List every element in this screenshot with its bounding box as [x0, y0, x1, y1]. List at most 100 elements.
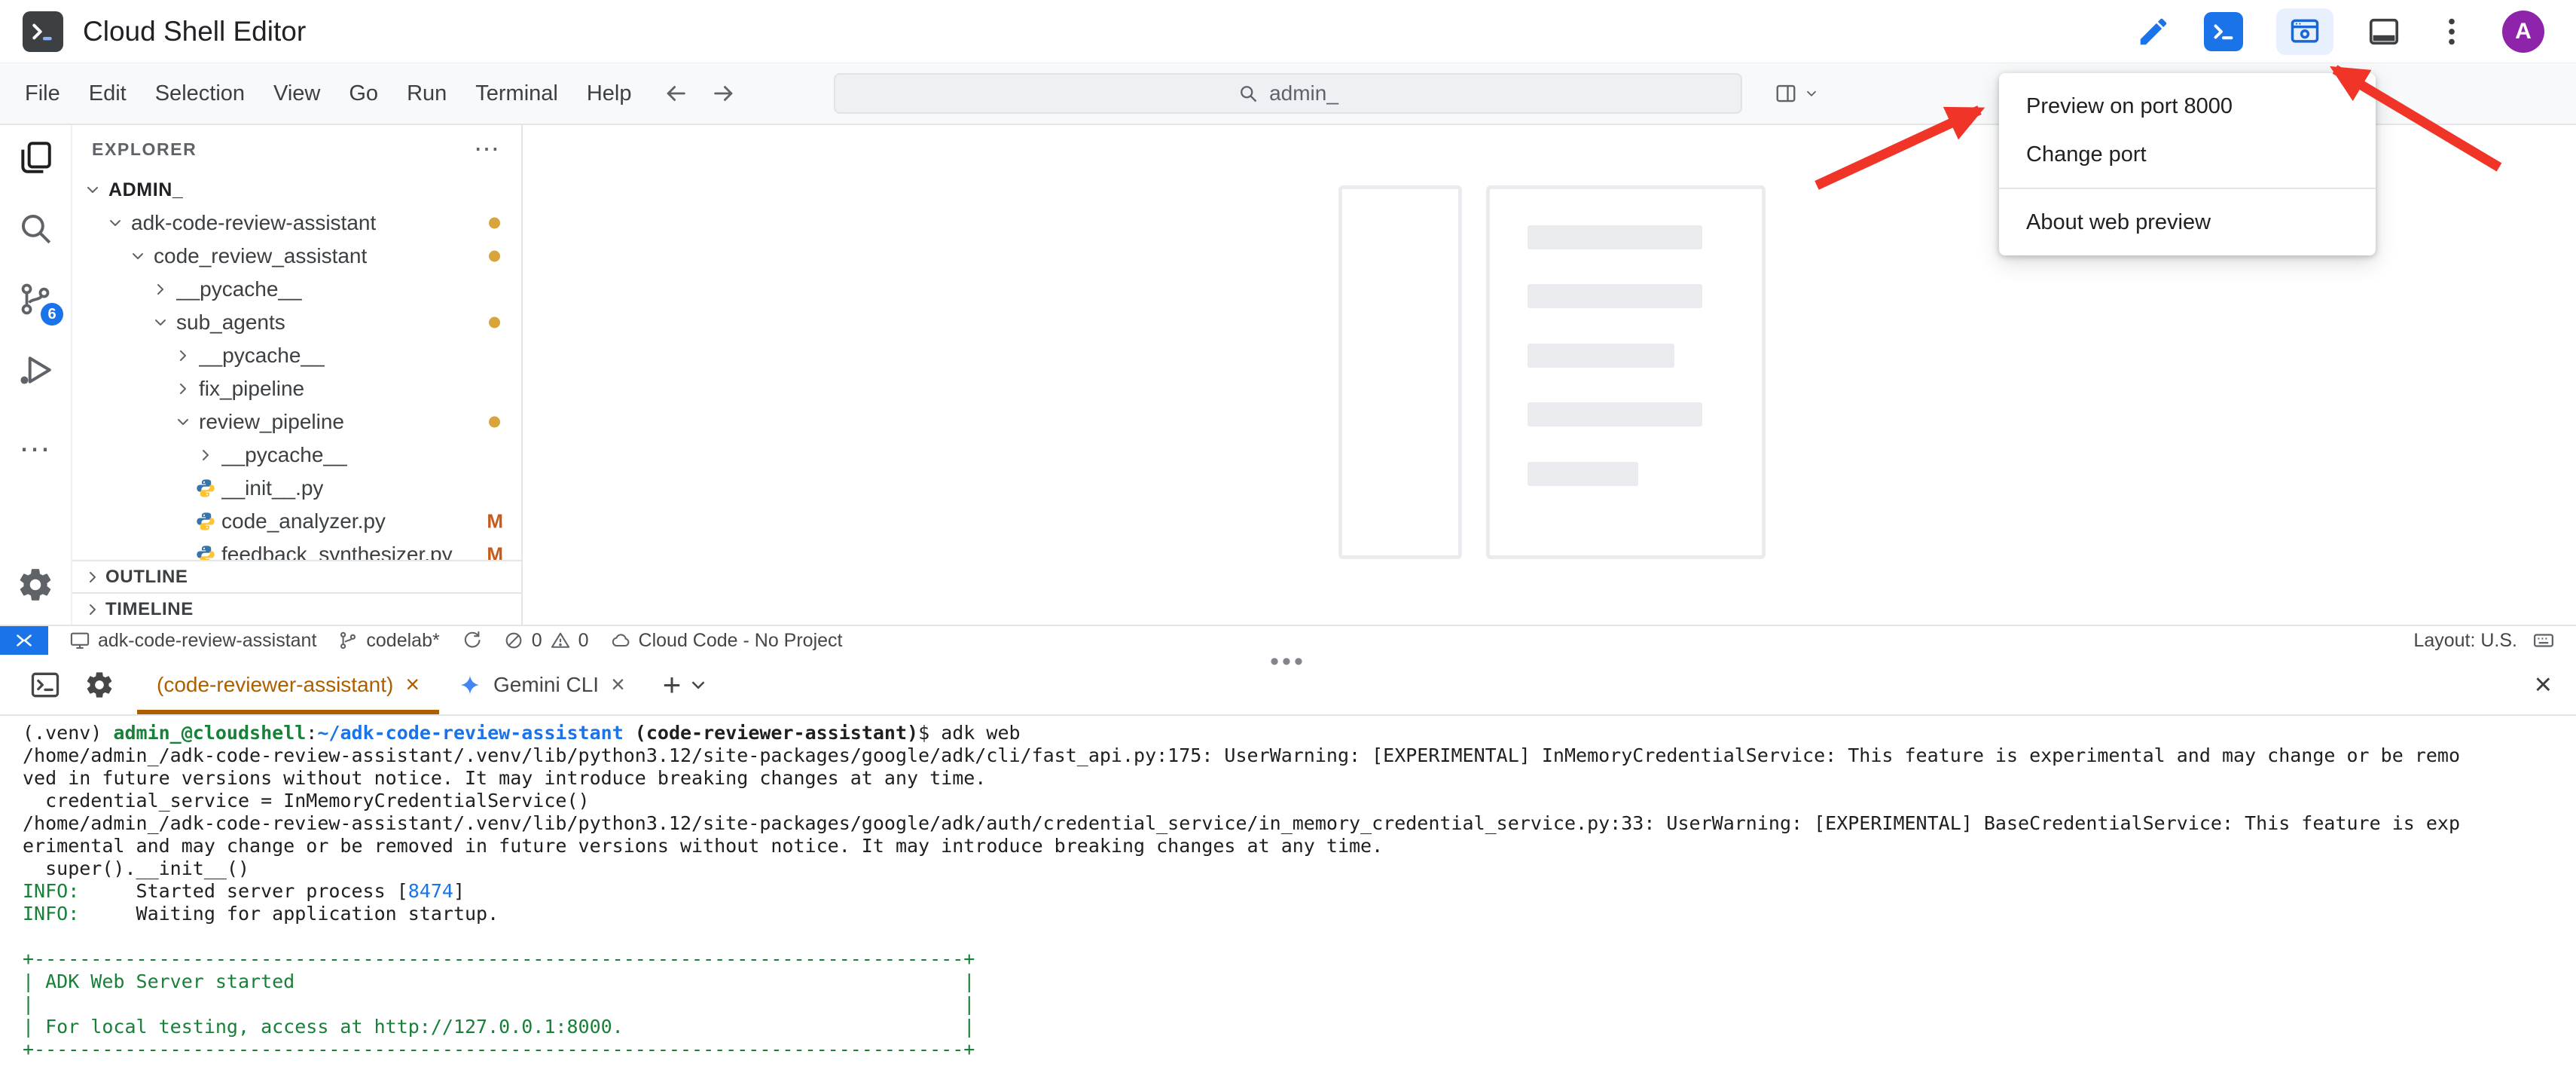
terminal-line: (.venv) admin_@cloudshell:~/adk-code-rev…: [23, 722, 2576, 744]
chevron-right-icon: [169, 344, 197, 368]
panel-tabs: (code-reviewer-assistant)×Gemini CLI×: [137, 655, 645, 714]
section-outline[interactable]: OUTLINE: [72, 560, 521, 592]
editor-layout-button[interactable]: [1775, 82, 1820, 105]
explorer-activity-icon[interactable]: [17, 139, 54, 176]
terminal-line: | |: [23, 993, 2576, 1016]
menu-item-about-web-preview[interactable]: About web preview: [1999, 198, 2376, 246]
tree-item-fix-pipeline[interactable]: fix_pipeline: [72, 372, 521, 405]
toggle-panel-layout-button[interactable]: [2367, 14, 2401, 49]
search-input[interactable]: admin_: [834, 73, 1742, 114]
app-header: Cloud Shell Editor: [0, 0, 2576, 63]
workspace-status[interactable]: adk-code-review-assistant: [69, 630, 316, 652]
avatar[interactable]: A: [2502, 11, 2544, 53]
web-preview-button[interactable]: [2276, 8, 2333, 55]
page-title: Cloud Shell Editor: [83, 16, 306, 47]
terminal-panel-icon[interactable]: [29, 668, 62, 702]
tree-item-feedback-synthesizer-py[interactable]: feedback_synthesizer.py M: [72, 538, 521, 560]
menu-view[interactable]: View: [259, 81, 334, 106]
search-activity-icon[interactable]: [17, 209, 54, 247]
explorer-sections: OUTLINETIMELINE: [72, 560, 521, 625]
modified-dot: [489, 251, 500, 262]
tree-item-label: sub_agents: [176, 310, 285, 335]
explorer-panel: EXPLORER ⋯ ADMIN_adk-code-review-assista…: [72, 125, 523, 625]
file-tree: ADMIN_adk-code-review-assistantcode_revi…: [72, 173, 521, 560]
modified-dot: [489, 417, 500, 428]
menu-go[interactable]: Go: [334, 81, 392, 106]
run-debug-activity-icon[interactable]: [17, 351, 54, 389]
cloud-code-status[interactable]: Cloud Code - No Project: [610, 630, 843, 652]
modified-dot: [489, 317, 500, 329]
tree-item-pycache[interactable]: __pycache__: [72, 439, 521, 472]
terminal-line: /home/admin_/adk-code-review-assistant/.…: [23, 812, 2576, 835]
tree-item-admin[interactable]: ADMIN_: [72, 173, 521, 206]
terminal-line: ved in future versions without notice. I…: [23, 767, 2576, 790]
terminal-panel-header: ••• (code-reviewer-assistant)×Gemini CLI…: [0, 655, 2576, 716]
terminal-line: erimental and may change or be removed i…: [23, 835, 2576, 857]
settings-gear-icon[interactable]: [17, 566, 54, 604]
tree-item-sub-agents[interactable]: sub_agents: [72, 306, 521, 339]
menu-item-change-port[interactable]: Change port: [1999, 130, 2376, 179]
menu-edit[interactable]: Edit: [75, 81, 141, 106]
forward-arrow-icon[interactable]: [711, 81, 737, 106]
tree-item-code-analyzer-py[interactable]: code_analyzer.pyM: [72, 505, 521, 538]
terminal-line: super().__init__(): [23, 857, 2576, 880]
open-terminal-button[interactable]: [2204, 12, 2243, 51]
skeleton-page: [1486, 185, 1766, 559]
terminal-tab-code-reviewer-assistant[interactable]: (code-reviewer-assistant) ×: [137, 655, 439, 714]
section-timeline[interactable]: TIMELINE: [72, 592, 521, 625]
tree-item-init-py[interactable]: __init__.py: [72, 472, 521, 505]
kebab-menu-icon[interactable]: [2434, 14, 2469, 49]
gemini-icon: [459, 674, 481, 696]
problems-status[interactable]: 0 0: [503, 630, 589, 652]
new-terminal-button[interactable]: +: [663, 667, 682, 703]
terminal-settings-gear-icon[interactable]: [84, 670, 114, 700]
tree-item-adk-code-review-assistant[interactable]: adk-code-review-assistant: [72, 206, 521, 240]
menubar-items: FileEditSelectionViewGoRunTerminalHelp: [11, 81, 646, 106]
tree-item-review-pipeline[interactable]: review_pipeline: [72, 405, 521, 439]
terminal-line: | ADK Web Server started |: [23, 970, 2576, 993]
tree-item-pycache[interactable]: __pycache__: [72, 339, 521, 372]
terminal-dropdown-chevron-icon[interactable]: [687, 674, 710, 696]
chevron-right-icon: [80, 598, 105, 622]
tree-item-label: feedback_synthesizer.py: [221, 543, 453, 560]
terminal-line: +---------------------------------------…: [23, 1038, 2576, 1061]
modified-dot: [489, 218, 500, 229]
remote-indicator[interactable]: [0, 626, 48, 655]
menu-item-preview-on-port-8000[interactable]: Preview on port 8000: [1999, 82, 2376, 130]
explorer-more-icon[interactable]: ⋯: [474, 134, 502, 164]
open-editor-pencil-button[interactable]: [2136, 14, 2171, 49]
terminal-line: INFO: Waiting for application startup.: [23, 903, 2576, 925]
menu-terminal[interactable]: Terminal: [461, 81, 572, 106]
tree-item-pycache[interactable]: __pycache__: [72, 273, 521, 306]
tab-label: (code-reviewer-assistant): [157, 673, 393, 697]
chevron-down-icon: [169, 410, 197, 434]
tree-item-code-review-assistant[interactable]: code_review_assistant: [72, 240, 521, 273]
terminal-output[interactable]: (.venv) admin_@cloudshell:~/adk-code-rev…: [0, 716, 2576, 1079]
tab-close-icon[interactable]: ×: [405, 671, 420, 698]
skeleton-bar: [1528, 462, 1638, 486]
menu-file[interactable]: File: [11, 81, 75, 106]
terminal-line: +---------------------------------------…: [23, 948, 2576, 970]
menu-selection[interactable]: Selection: [141, 81, 259, 106]
nav-arrows: [663, 81, 737, 106]
menu-run[interactable]: Run: [392, 81, 461, 106]
modified-badge: M: [487, 543, 503, 561]
sync-button[interactable]: [461, 630, 482, 651]
back-arrow-icon[interactable]: [663, 81, 688, 106]
terminal-tab-gemini-cli[interactable]: Gemini CLI×: [439, 655, 645, 714]
source-control-activity-icon[interactable]: 6: [17, 280, 54, 318]
branch-status[interactable]: codelab*: [337, 630, 439, 652]
tab-close-icon[interactable]: ×: [611, 671, 625, 698]
terminal-line: [23, 925, 2576, 948]
more-views-icon[interactable]: …: [17, 422, 54, 460]
cloud-shell-logo-icon: [23, 11, 63, 52]
tree-item-label: __pycache__: [221, 443, 347, 467]
keyboard-icon[interactable]: [2532, 629, 2555, 652]
menu-help[interactable]: Help: [572, 81, 646, 106]
keyboard-layout-status[interactable]: Layout: U.S.: [2413, 630, 2517, 652]
chevron-right-icon: [191, 443, 220, 467]
panel-drag-handle[interactable]: •••: [1270, 647, 1306, 677]
chevron-down-icon: [78, 178, 107, 202]
close-panel-icon[interactable]: ×: [2535, 668, 2552, 702]
search-value: admin_: [1269, 81, 1338, 105]
